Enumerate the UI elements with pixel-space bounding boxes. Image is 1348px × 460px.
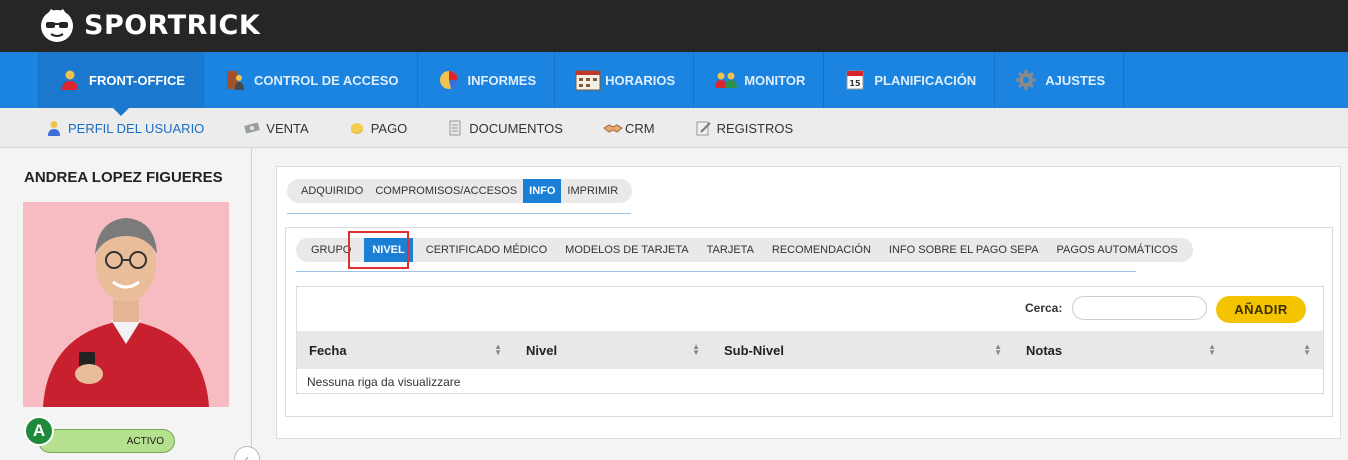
main-nav-label: INFORMES: [467, 72, 537, 88]
tab-modelos-de-tarjeta[interactable]: MODELOS DE TARJETA: [556, 238, 697, 262]
sub-nav-label: VENTA: [266, 120, 309, 136]
sunglasses-face-logo-icon: [38, 6, 76, 44]
main-nav-planificacion[interactable]: 15 PLANIFICACIÓN: [824, 52, 996, 108]
inner-tabs-underline: [296, 271, 1136, 272]
sort-icon: ▲ ▼: [1303, 342, 1311, 357]
main-nav-label: HORARIOS: [605, 72, 676, 88]
tab-pagos-automaticos[interactable]: PAGOS AUTOMÁTICOS: [1047, 238, 1186, 262]
column-label: Sub-Nivel: [724, 342, 784, 358]
tab-nivel[interactable]: NIVEL: [364, 238, 413, 262]
column-label: Notas: [1026, 342, 1063, 358]
sub-nav-venta[interactable]: VENTA: [244, 120, 309, 136]
profile-name: ANDREA LOPEZ FIGUERES: [24, 169, 223, 186]
sub-nav-registros[interactable]: REGISTROS: [695, 120, 794, 136]
svg-text:15: 15: [850, 79, 862, 88]
main-nav-label: MONITOR: [744, 72, 806, 88]
sub-nav: PERFIL DEL USUARIO VENTA PAGO DOCUMENTOS…: [0, 108, 1348, 148]
calendar-grid-icon: [575, 69, 601, 91]
gear-icon: [1015, 69, 1037, 91]
collapse-panel-button[interactable]: ‹: [234, 446, 260, 460]
profile-photo: [23, 202, 229, 407]
user-red-icon: [59, 69, 81, 91]
brand-logo[interactable]: SPORTRICK: [38, 6, 260, 44]
user-icon: [46, 120, 62, 136]
outer-tabs-underline: [287, 213, 631, 214]
brand-name: SPORTRICK: [84, 9, 261, 41]
column-label: Fecha: [309, 342, 347, 358]
notepad-icon: [695, 120, 711, 136]
main-nav-front-office[interactable]: FRONT-OFFICE: [38, 52, 205, 116]
main-nav: FRONT-OFFICE CONTROL DE ACCESO INFORMES …: [0, 52, 1348, 116]
tab-adquirido[interactable]: ADQUIRIDO: [295, 179, 369, 203]
main-nav-label: FRONT-OFFICE: [89, 72, 186, 88]
sub-nav-label: PERFIL DEL USUARIO: [68, 120, 205, 136]
sub-nav-label: PAGO: [370, 120, 408, 136]
search-input[interactable]: [1072, 296, 1207, 320]
pie-chart-icon: [438, 69, 460, 91]
sub-nav-pago[interactable]: PAGO: [349, 120, 408, 136]
empty-table-message: Nessuna riga da visualizzare: [307, 375, 461, 389]
calendar-15-icon: 15: [844, 69, 866, 91]
chevron-left-icon: ‹: [245, 452, 249, 460]
sort-icon: ▲ ▼: [692, 342, 700, 357]
sub-nav-crm[interactable]: CRM: [603, 120, 655, 136]
column-header-nivel[interactable]: Nivel ▲ ▼: [514, 331, 712, 369]
column-header-sub-nivel[interactable]: Sub-Nivel ▲ ▼: [712, 331, 1014, 369]
status-bar: ACTIVO: [38, 429, 175, 453]
coins-icon: [349, 120, 365, 136]
sort-icon: ▲ ▼: [994, 342, 1002, 357]
column-header-fecha[interactable]: Fecha ▲ ▼: [297, 331, 514, 369]
table-header: Fecha ▲ ▼ Nivel ▲ ▼ Sub-Nivel ▲ ▼ Notas ▲ ▼: [297, 331, 1323, 369]
cash-icon: [244, 120, 261, 136]
sub-nav-label: CRM: [624, 120, 655, 136]
sort-icon: ▲ ▼: [494, 342, 502, 357]
main-nav-label: AJUSTES: [1045, 72, 1106, 88]
tab-info-sobre-el-pago-sepa[interactable]: INFO SOBRE EL PAGO SEPA: [880, 238, 1048, 262]
sub-nav-perfil-del-usuario[interactable]: PERFIL DEL USUARIO: [46, 120, 204, 136]
tab-recomendacion[interactable]: RECOMENDACIÓN: [763, 238, 880, 262]
status-label: ACTIVO: [126, 435, 164, 447]
sort-icon: ▲ ▼: [1208, 342, 1216, 357]
info-panel: GRUPO NIVEL CERTIFICADO MÉDICO MODELOS D…: [285, 227, 1333, 417]
brand-bar: SPORTRICK: [0, 0, 1348, 52]
tab-tarjeta[interactable]: TARJETA: [698, 238, 763, 262]
column-header-actions[interactable]: ▲ ▼: [1228, 331, 1323, 369]
main-nav-horarios[interactable]: HORARIOS: [555, 52, 695, 108]
main-content: ADQUIRIDO COMPROMISOS/ACCESOS INFO IMPRI…: [276, 166, 1341, 439]
door-entry-icon: [224, 69, 246, 91]
group-users-icon: [714, 69, 738, 91]
column-label: Nivel: [526, 342, 558, 358]
document-icon: [447, 120, 463, 136]
profile-panel: ANDREA LOPEZ FIGUERES ACTIVO A ‹: [0, 148, 260, 460]
main-nav-control-de-acceso[interactable]: CONTROL DE ACCESO: [204, 52, 418, 108]
main-nav-label: PLANIFICACIÓN: [874, 72, 977, 88]
sub-nav-label: DOCUMENTOS: [469, 120, 563, 136]
tab-grupo[interactable]: GRUPO: [302, 238, 360, 262]
inner-tabs: GRUPO NIVEL CERTIFICADO MÉDICO MODELOS D…: [296, 238, 1193, 262]
tab-certificado-medico[interactable]: CERTIFICADO MÉDICO: [417, 238, 556, 262]
outer-tabs: ADQUIRIDO COMPROMISOS/ACCESOS INFO IMPRI…: [287, 179, 633, 203]
main-nav-informes[interactable]: INFORMES: [418, 52, 556, 108]
tab-info[interactable]: INFO: [523, 179, 562, 203]
add-button[interactable]: AÑADIR: [1216, 296, 1306, 323]
status-badge: A: [24, 416, 54, 446]
column-header-notas[interactable]: Notas ▲ ▼: [1014, 331, 1228, 369]
search-label: Cerca:: [1025, 301, 1063, 315]
handshake-icon: [603, 120, 623, 136]
sub-nav-label: REGISTROS: [716, 120, 794, 136]
main-nav-ajustes[interactable]: AJUSTES: [995, 52, 1125, 108]
tab-imprimir[interactable]: IMPRIMIR: [561, 179, 624, 203]
tab-compromisos-accesos[interactable]: COMPROMISOS/ACCESOS: [369, 179, 523, 203]
main-nav-monitor[interactable]: MONITOR: [694, 52, 825, 108]
sub-nav-documentos[interactable]: DOCUMENTOS: [447, 120, 563, 136]
nivel-table-panel: Cerca: AÑADIR Fecha ▲ ▼ Nivel ▲ ▼ Sub-Nive…: [296, 286, 1324, 394]
main-nav-label: CONTROL DE ACCESO: [254, 72, 399, 88]
